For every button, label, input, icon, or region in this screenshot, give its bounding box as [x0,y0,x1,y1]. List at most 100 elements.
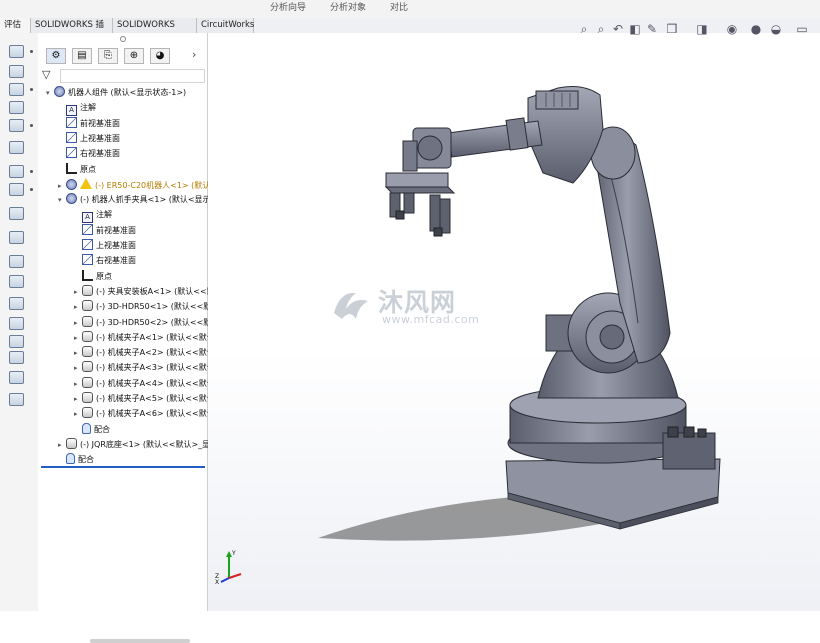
tree-row[interactable]: ▸ (-) ER50-C20机器人<1> (默认 [58,177,210,193]
dropdown-icon[interactable] [30,88,33,91]
explode-line-icon[interactable] [9,275,24,288]
tree-row[interactable]: 前视基准面 [58,116,120,131]
mfcad-logo-icon [334,292,368,319]
tree-row[interactable]: ▸ (-) 机械夹子A<3> (默认<<默认 [74,361,215,375]
tree-row[interactable]: ▸ (-) 机械夹子A<6> (默认<<默认 [74,407,215,421]
expand-arrow-icon[interactable]: ▾ [46,86,54,100]
take-snapshot-icon[interactable] [9,335,24,348]
expand-arrow-icon[interactable]: ▸ [74,392,82,406]
tree-row[interactable]: ▸ (-) 3D-HDR50<2> (默认<<默 [74,315,211,330]
expand-arrow-icon[interactable]: ▸ [74,407,82,421]
tree-row-label: 注解 [96,210,112,220]
configuration-manager-icon[interactable]: ⎘ [98,48,118,64]
cable-box [662,432,716,470]
tree-row[interactable]: 上视基准面 [74,239,136,253]
tree-row[interactable]: 右视基准面 [74,254,136,268]
tree-row[interactable]: 原点 [74,269,112,284]
tree-row-label: (-) 夹具安装板A<1> (默认<<默 [96,286,215,296]
dropdown-icon[interactable] [30,170,33,173]
expand-arrow-icon[interactable]: ▸ [58,438,66,452]
expand-arrow-icon[interactable]: ▸ [74,346,82,360]
exploded-view-icon[interactable] [9,255,24,268]
update-speedpak-icon[interactable] [9,317,24,330]
tree-row[interactable]: 上视基准面 [58,131,120,146]
tab-circuitworks[interactable]: CircuitWorks [197,18,254,33]
mate-tool-icon[interactable] [9,101,24,114]
panel-grip-icon[interactable] [120,36,126,42]
tree-row[interactable]: 前视基准面 [74,223,136,238]
move-component-icon[interactable] [9,119,24,132]
ribbon-label[interactable]: 分析对象 [330,0,366,13]
property-manager-icon[interactable]: ▤ [72,48,92,64]
tree-row[interactable]: A 注解 [58,101,96,117]
expand-arrow-icon[interactable]: ▸ [74,285,82,299]
origin-icon [66,162,77,174]
expand-arrow-icon[interactable]: ▸ [74,300,82,314]
filter-icon[interactable]: ▽ [42,69,56,81]
tree-row[interactable]: 原点 [58,162,96,177]
expand-arrow-icon[interactable]: ▸ [58,179,66,193]
tree-row[interactable]: ▸ (-) 夹具安装板A<1> (默认<<默 [74,284,215,299]
dropdown-icon[interactable] [30,50,33,53]
ribbon-label[interactable]: 分析向导 [270,0,306,13]
tree-row[interactable]: A 注解 [74,208,112,224]
expand-arrow-icon[interactable]: ▸ [74,316,82,330]
expand-arrow-icon[interactable]: ▸ [74,361,82,375]
tree-row-label: 配合 [94,424,110,434]
dimxpert-icon[interactable]: ⊕ [124,48,144,64]
tree-row[interactable]: ▸ (-) 机械夹子A<4> (默认<<默认 [74,376,215,391]
expand-arrow-icon[interactable]: ▾ [58,193,66,207]
tree-row[interactable]: ▸ (-) 3D-HDR50<1> (默认<<默 [74,300,211,314]
tree-row[interactable]: 配合 [74,422,110,437]
assembly-feature-icon[interactable] [9,165,24,178]
tree-row[interactable]: ▸ (-) 机械夹子A<2> (默认<<默认 [74,346,215,360]
tree-row[interactable]: ▸ (-) 机械夹子A<1> (默认<<默认 [74,330,215,345]
plane-icon [82,223,93,235]
horizontal-scrollbar[interactable] [90,639,190,643]
tree-row-label: 机器人组件 (默认<显示状态-1>) [68,88,187,97]
plane-icon [66,131,77,143]
watermark: 沐风网 www.mfcad.com [330,283,500,328]
paperclip-icon[interactable] [9,65,24,78]
bill-of-materials-icon[interactable] [9,231,24,244]
part-icon [82,284,93,296]
measure-icon[interactable] [9,393,24,406]
large-assembly-icon[interactable] [9,351,24,364]
tab-evaluate[interactable]: 评估 [0,18,31,33]
filter-input[interactable] [60,69,205,83]
expand-arrow-icon[interactable]: ▸ [74,331,82,345]
tree-row-label: 上视基准面 [96,241,136,250]
tree-row[interactable]: ▸ (-) JQR底座<1> (默认<<默认>_显 [58,437,211,452]
dropdown-icon[interactable] [30,188,33,191]
part-icon [82,330,93,342]
tree-row[interactable]: 右视基准面 [58,147,120,161]
display-manager-icon[interactable]: ◕ [150,48,170,64]
component-pattern-icon[interactable] [9,83,24,96]
dropdown-icon[interactable] [30,124,33,127]
tree-row[interactable]: ▾ 机器人组件 (默认<显示状态-1>) [46,86,186,100]
reference-triad: Y Z X [215,550,242,584]
new-motion-study-icon[interactable] [9,207,24,220]
new-part-icon[interactable] [9,45,24,58]
tab-solidworks-mbd[interactable]: SOLIDWORKS MBD [113,18,197,44]
tree-row-label: (-) 机械夹子A<6> (默认<<默认 [96,409,215,419]
tab-solidworks-addins[interactable]: SOLIDWORKS 插件 [31,18,113,44]
instant3d-icon[interactable] [9,297,24,310]
tree-row-label: 配合 [78,455,94,465]
tree-row[interactable]: ▾ (-) 机器人抓手夹具<1> (默认<显示 [58,193,211,207]
rollback-bar[interactable] [41,466,205,468]
ribbon-label[interactable]: 对比 [390,0,408,13]
show-hidden-icon[interactable] [9,141,24,154]
chevron-right-icon[interactable]: › [192,48,196,61]
interference-icon[interactable] [9,371,24,384]
tree-row[interactable]: ▸ (-) 机械夹子A<5> (默认<<默认 [74,392,215,406]
feature-tree-icon[interactable]: ⚙ [46,48,66,64]
robot-model[interactable] [208,33,820,611]
assembly-icon [54,86,65,97]
tree-row-label: (-) JQR底座<1> (默认<<默认>_显 [80,439,211,449]
tree-row-label: (-) 机械夹子A<5> (默认<<默认 [96,394,215,403]
reference-geometry-icon[interactable] [9,183,24,196]
tree-row-label: (-) 机械夹子A<4> (默认<<默认 [96,378,215,388]
plane-icon [82,239,93,250]
expand-arrow-icon[interactable]: ▸ [74,377,82,391]
